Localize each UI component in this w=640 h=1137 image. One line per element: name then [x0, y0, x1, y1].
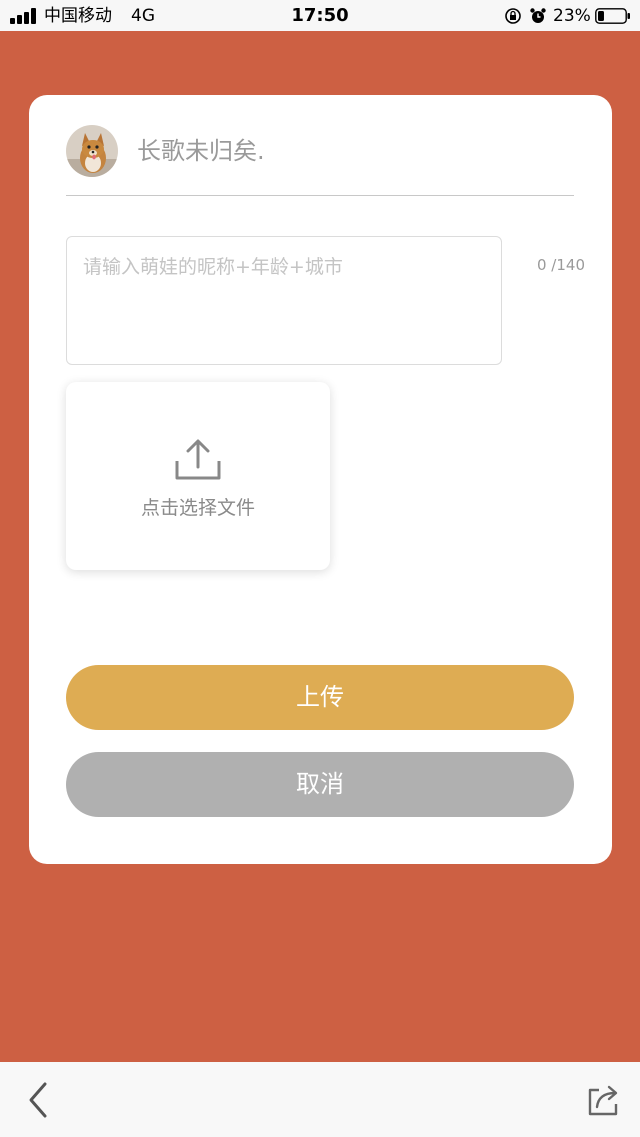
nickname-textarea[interactable]: 请输入萌娃的昵称+年龄+城市 [66, 236, 502, 365]
upload-icon [175, 439, 221, 480]
share-icon[interactable] [585, 1082, 621, 1118]
dog-avatar-image [66, 125, 118, 177]
divider [66, 195, 574, 196]
battery-icon [595, 8, 630, 24]
orientation-lock-icon [505, 8, 521, 24]
bottom-toolbar [0, 1062, 640, 1137]
battery-percent: 23% [553, 6, 591, 26]
file-picker[interactable]: 点击选择文件 [66, 382, 330, 570]
username: 长歌未归矣. [137, 137, 265, 165]
textarea-placeholder: 请输入萌娃的昵称+年龄+城市 [83, 256, 343, 278]
status-bar: 中国移动 4G 17:50 23% [0, 0, 640, 31]
back-icon[interactable] [24, 1080, 54, 1120]
cancel-button[interactable]: 取消 [66, 752, 574, 817]
char-counter: 0 /140 [537, 256, 585, 274]
upload-button[interactable]: 上传 [66, 665, 574, 730]
file-picker-label: 点击选择文件 [140, 497, 255, 519]
upload-card: 长歌未归矣. 请输入萌娃的昵称+年龄+城市 0 /140 点击选择文件 上传 取… [29, 95, 612, 864]
alarm-icon [530, 8, 546, 23]
avatar [66, 125, 118, 177]
